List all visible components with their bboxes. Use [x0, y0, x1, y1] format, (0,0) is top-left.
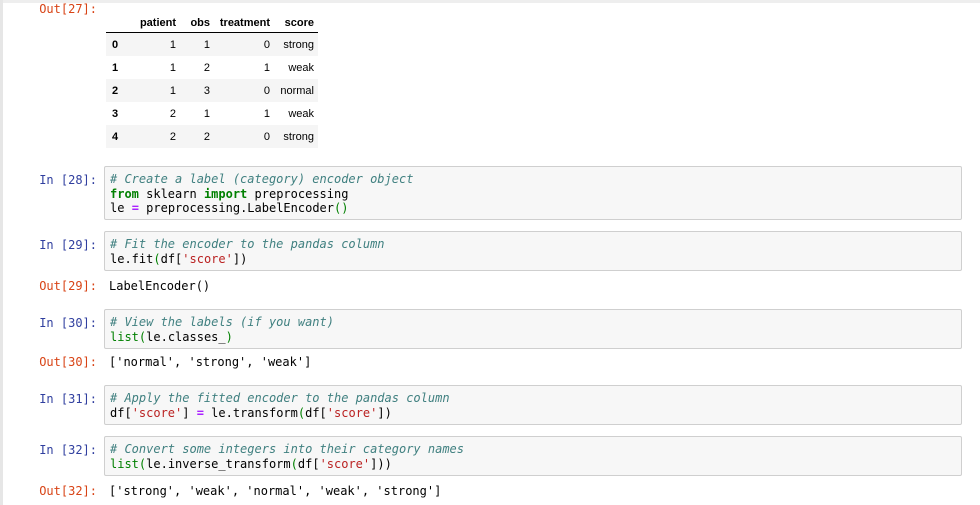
code-text: ]) — [232, 251, 248, 266]
keyword-from: from — [110, 186, 139, 201]
code-text: le.transform — [203, 405, 298, 420]
in-prompt-31: In [31]: — [39, 392, 97, 406]
table-row: 0 1 1 0 strong — [106, 32, 318, 56]
code-cell-32[interactable]: # Convert some integers into their categ… — [104, 436, 962, 476]
row-index: 3 — [112, 107, 119, 120]
code-comment: # Create a label (category) encoder obje… — [110, 172, 414, 186]
column-header-score: score — [274, 14, 318, 33]
out-prompt-32: Out[32]: — [39, 484, 97, 498]
cell-treatment: 1 — [263, 107, 270, 120]
code-text: le.inverse_transform — [146, 456, 291, 471]
cell-obs: 2 — [203, 130, 210, 143]
cell-score: weak — [288, 61, 314, 74]
keyword-import: import — [203, 186, 248, 201]
out-prompt-29: Out[29]: — [39, 279, 97, 293]
code-paren: ) — [225, 329, 233, 344]
cell-treatment: 0 — [263, 84, 270, 97]
table-row: 1 1 2 1 weak — [106, 56, 318, 79]
code-cell-31[interactable]: # Apply the fitted encoder to the pandas… — [104, 385, 962, 425]
in-prompt-28: In [28]: — [39, 173, 97, 187]
table-header-row: patient obs treatment score — [106, 14, 318, 33]
cell-score: strong — [283, 38, 314, 51]
code-text: df[ — [110, 405, 132, 420]
code-cell-30[interactable]: # View the labels (if you want) list(le.… — [104, 309, 962, 349]
in-prompt-29: In [29]: — [39, 238, 97, 252]
code-text: sklearn — [138, 186, 204, 201]
column-header-treatment: treatment — [214, 14, 274, 33]
code-text: ]) — [377, 405, 392, 420]
builtin-list: list — [110, 329, 139, 344]
dataframe-table: patient obs treatment score 0 1 1 0 stro… — [106, 14, 318, 148]
row-index: 4 — [112, 130, 119, 143]
cell-treatment: 0 — [263, 130, 270, 143]
code-paren: ( — [153, 251, 161, 266]
table-row: 4 2 2 0 strong — [106, 125, 318, 148]
row-index: 1 — [112, 61, 119, 74]
operator-assign: = — [196, 405, 204, 420]
code-cell-28[interactable]: # Create a label (category) encoder obje… — [104, 166, 962, 220]
cell-obs: 2 — [203, 61, 210, 74]
cell-treatment: 0 — [263, 38, 270, 51]
cell-patient: 1 — [169, 61, 176, 74]
cell-score: strong — [283, 130, 314, 143]
code-comment: # Fit the encoder to the pandas column — [110, 237, 385, 251]
out-prompt-27: Out[27]: — [39, 2, 97, 16]
row-index: 0 — [112, 38, 119, 51]
cell-patient: 1 — [169, 38, 176, 51]
out-prompt-30: Out[30]: — [39, 355, 97, 369]
cell-patient: 1 — [169, 84, 176, 97]
code-string: 'score' — [131, 405, 183, 420]
code-comment: # View the labels (if you want) — [110, 315, 334, 329]
code-parens: () — [334, 201, 349, 215]
column-header-patient: patient — [132, 14, 180, 33]
code-cell-29[interactable]: # Fit the encoder to the pandas column l… — [104, 231, 962, 271]
code-text: ] — [182, 405, 197, 420]
code-text: preprocessing — [247, 186, 349, 201]
output-text-32: ['strong', 'weak', 'normal', 'weak', 'st… — [109, 484, 442, 498]
column-header-index — [106, 14, 132, 33]
code-text: le.fit — [110, 251, 154, 266]
code-string: 'score' — [326, 405, 378, 420]
output-text-30: ['normal', 'strong', 'weak'] — [109, 355, 312, 369]
output-text-29: LabelEncoder() — [109, 279, 211, 293]
row-index: 2 — [112, 84, 119, 97]
code-comment: # Convert some integers into their categ… — [110, 442, 465, 456]
cell-selection-bar — [0, 0, 3, 505]
in-prompt-30: In [30]: — [39, 316, 97, 330]
cell-treatment: 1 — [263, 61, 270, 74]
code-text: le — [110, 201, 132, 215]
code-comment: # Apply the fitted encoder to the pandas… — [110, 391, 450, 405]
cell-obs: 1 — [203, 38, 210, 51]
cell-score: weak — [288, 107, 314, 120]
code-text: le.classes_ — [146, 329, 226, 344]
cell-obs: 1 — [203, 107, 210, 120]
code-text: df[ — [160, 251, 183, 266]
code-text: ])) — [370, 456, 392, 471]
code-string: 'score' — [182, 251, 233, 266]
cell-obs: 3 — [203, 84, 210, 97]
column-header-obs: obs — [180, 14, 214, 33]
top-border — [0, 0, 980, 3]
cell-score: normal — [280, 84, 314, 97]
in-prompt-32: In [32]: — [39, 443, 97, 457]
cell-patient: 2 — [169, 107, 176, 120]
table-row: 2 1 3 0 normal — [106, 79, 318, 102]
code-text: df[ — [305, 405, 327, 420]
builtin-list: list — [110, 456, 139, 471]
code-text: preprocessing.LabelEncoder — [138, 201, 334, 215]
code-text: df[ — [297, 456, 320, 471]
cell-patient: 2 — [169, 130, 176, 143]
code-paren: ( — [290, 456, 298, 471]
table-row: 3 2 1 1 weak — [106, 102, 318, 125]
operator-assign: = — [131, 201, 139, 215]
code-string: 'score' — [319, 456, 371, 471]
